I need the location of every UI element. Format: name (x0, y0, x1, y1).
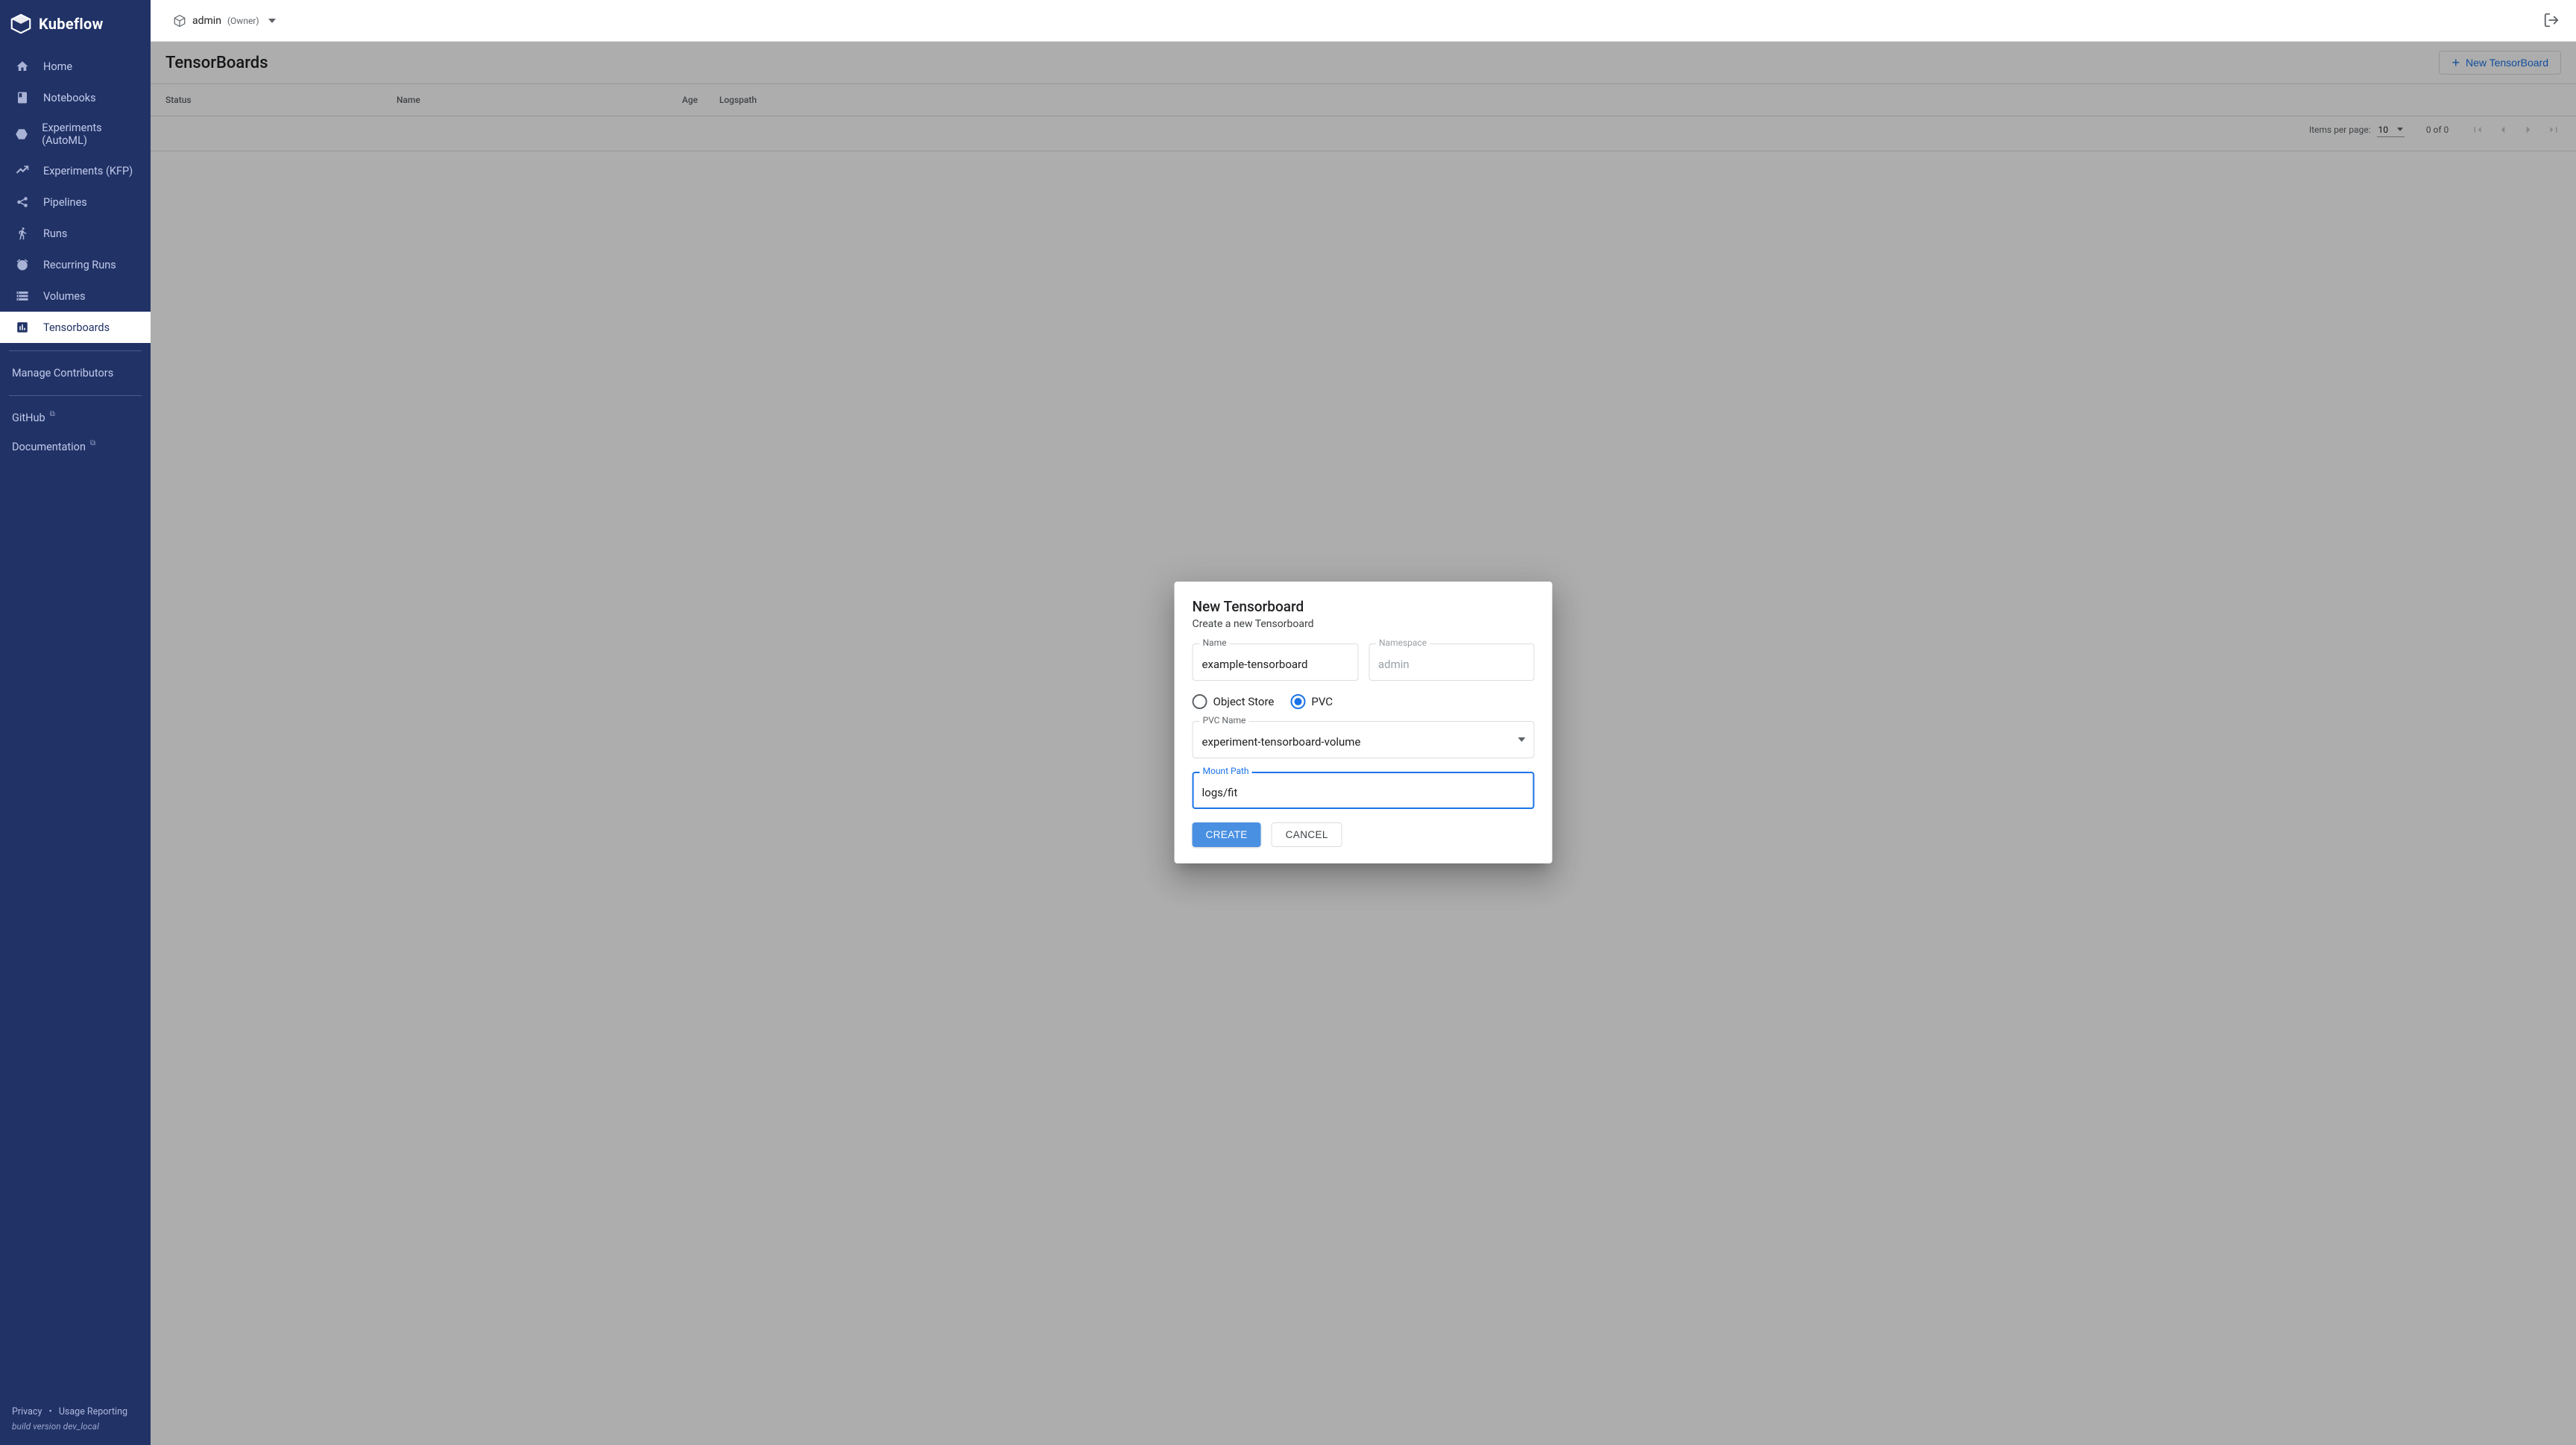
sidebar-item-label: Experiments (AutoML) (42, 122, 140, 147)
footer-usage[interactable]: Usage Reporting (59, 1406, 127, 1417)
dialog-subtitle: Create a new Tensorboard (1193, 618, 1535, 630)
sidebar-item-label: Home (43, 60, 72, 73)
namespace-input (1378, 658, 1525, 671)
namespace-field: Namespace (1368, 643, 1535, 681)
sidebar-item-label: Manage Contributors (12, 367, 113, 380)
alarm-icon (15, 257, 30, 272)
pvc-name-value: experiment-tensorboard-volume (1202, 735, 1361, 749)
sidebar-item-pipelines[interactable]: Pipelines (0, 186, 151, 218)
kubeflow-logo-icon (10, 13, 31, 34)
sidebar-item-label: Tensorboards (43, 321, 110, 334)
sidebar-nav: Home Notebooks Experiments (AutoML) Expe… (0, 51, 151, 462)
sidebar-item-recurring-runs[interactable]: Recurring Runs (0, 249, 151, 280)
sidebar-item-runs[interactable]: Runs (0, 218, 151, 249)
radio-pvc[interactable]: PVC (1290, 694, 1333, 709)
sidebar-item-label: Notebooks (43, 92, 96, 104)
create-button[interactable]: CREATE (1193, 822, 1261, 847)
sidebar-item-label: Volumes (43, 290, 86, 303)
dialog-wrap: New Tensorboard Create a new Tensorboard… (151, 0, 2576, 1445)
home-icon (15, 59, 30, 74)
mount-path-label: Mount Path (1200, 766, 1252, 776)
radio-icon (1193, 694, 1208, 709)
sidebar: Kubeflow Home Notebooks Experiments (Aut… (0, 0, 151, 1445)
sidebar-manage-contributors[interactable]: Manage Contributors (0, 359, 151, 388)
share-icon (15, 195, 30, 210)
chart-line-icon (15, 163, 30, 178)
brand-logo: Kubeflow (0, 0, 151, 51)
sidebar-item-home[interactable]: Home (0, 51, 151, 82)
sidebar-item-experiments-kfp[interactable]: Experiments (KFP) (0, 155, 151, 186)
sidebar-footer: Privacy • Usage Reporting build version … (12, 1405, 139, 1435)
sidebar-item-label: Pipelines (43, 196, 87, 209)
external-link-icon: ⧉ (90, 439, 95, 447)
bar-chart-icon (15, 320, 30, 335)
name-label: Name (1200, 638, 1230, 648)
namespace-label: Namespace (1376, 638, 1430, 648)
external-link-icon: ⧉ (50, 410, 55, 418)
sidebar-github[interactable]: GitHub ⧉ (0, 403, 151, 432)
divider (9, 395, 142, 396)
cancel-button[interactable]: CANCEL (1272, 822, 1342, 847)
sidebar-item-label: Runs (43, 227, 67, 240)
brand-name: Kubeflow (39, 15, 104, 33)
sidebar-item-label: Experiments (KFP) (43, 165, 133, 177)
mount-path-field: Mount Path (1193, 772, 1535, 809)
radio-object-store[interactable]: Object Store (1193, 694, 1275, 709)
sidebar-item-label: Documentation (12, 441, 86, 453)
sidebar-item-notebooks[interactable]: Notebooks (0, 82, 151, 113)
book-icon (15, 90, 30, 105)
storage-type-radio-group: Object Store PVC (1193, 694, 1535, 709)
run-icon (15, 226, 30, 241)
radio-label: Object Store (1213, 695, 1275, 708)
name-field: Name (1193, 643, 1359, 681)
divider (9, 350, 142, 351)
sidebar-item-label: Recurring Runs (43, 259, 116, 271)
footer-dot: • (45, 1406, 57, 1417)
create-button-label: CREATE (1206, 829, 1248, 840)
footer-privacy[interactable]: Privacy (12, 1406, 42, 1417)
pvc-name-field: PVC Name experiment-tensorboard-volume (1193, 721, 1535, 758)
pvc-name-label: PVC Name (1200, 715, 1249, 725)
hexagon-icon (15, 127, 28, 142)
main: admin (Owner) TensorBoards + New TensorB… (151, 0, 2576, 1445)
dialog-title: New Tensorboard (1193, 598, 1535, 615)
footer-build: build version dev_local (12, 1421, 99, 1432)
radio-icon (1290, 694, 1305, 709)
new-tensorboard-dialog: New Tensorboard Create a new Tensorboard… (1175, 582, 1553, 863)
name-input[interactable] (1202, 658, 1349, 671)
sidebar-item-label: GitHub (12, 412, 45, 424)
sidebar-item-tensorboards[interactable]: Tensorboards (0, 312, 151, 343)
cancel-button-label: CANCEL (1286, 829, 1328, 840)
sidebar-documentation[interactable]: Documentation ⧉ (0, 432, 151, 462)
sidebar-item-experiments-automl[interactable]: Experiments (AutoML) (0, 113, 151, 155)
pvc-name-select[interactable]: experiment-tensorboard-volume (1193, 721, 1535, 758)
caret-down-icon (1518, 737, 1526, 742)
dialog-actions: CREATE CANCEL (1193, 822, 1535, 847)
sidebar-item-volumes[interactable]: Volumes (0, 280, 151, 312)
storage-icon (15, 289, 30, 303)
mount-path-input[interactable] (1202, 786, 1525, 799)
radio-label: PVC (1311, 695, 1333, 708)
